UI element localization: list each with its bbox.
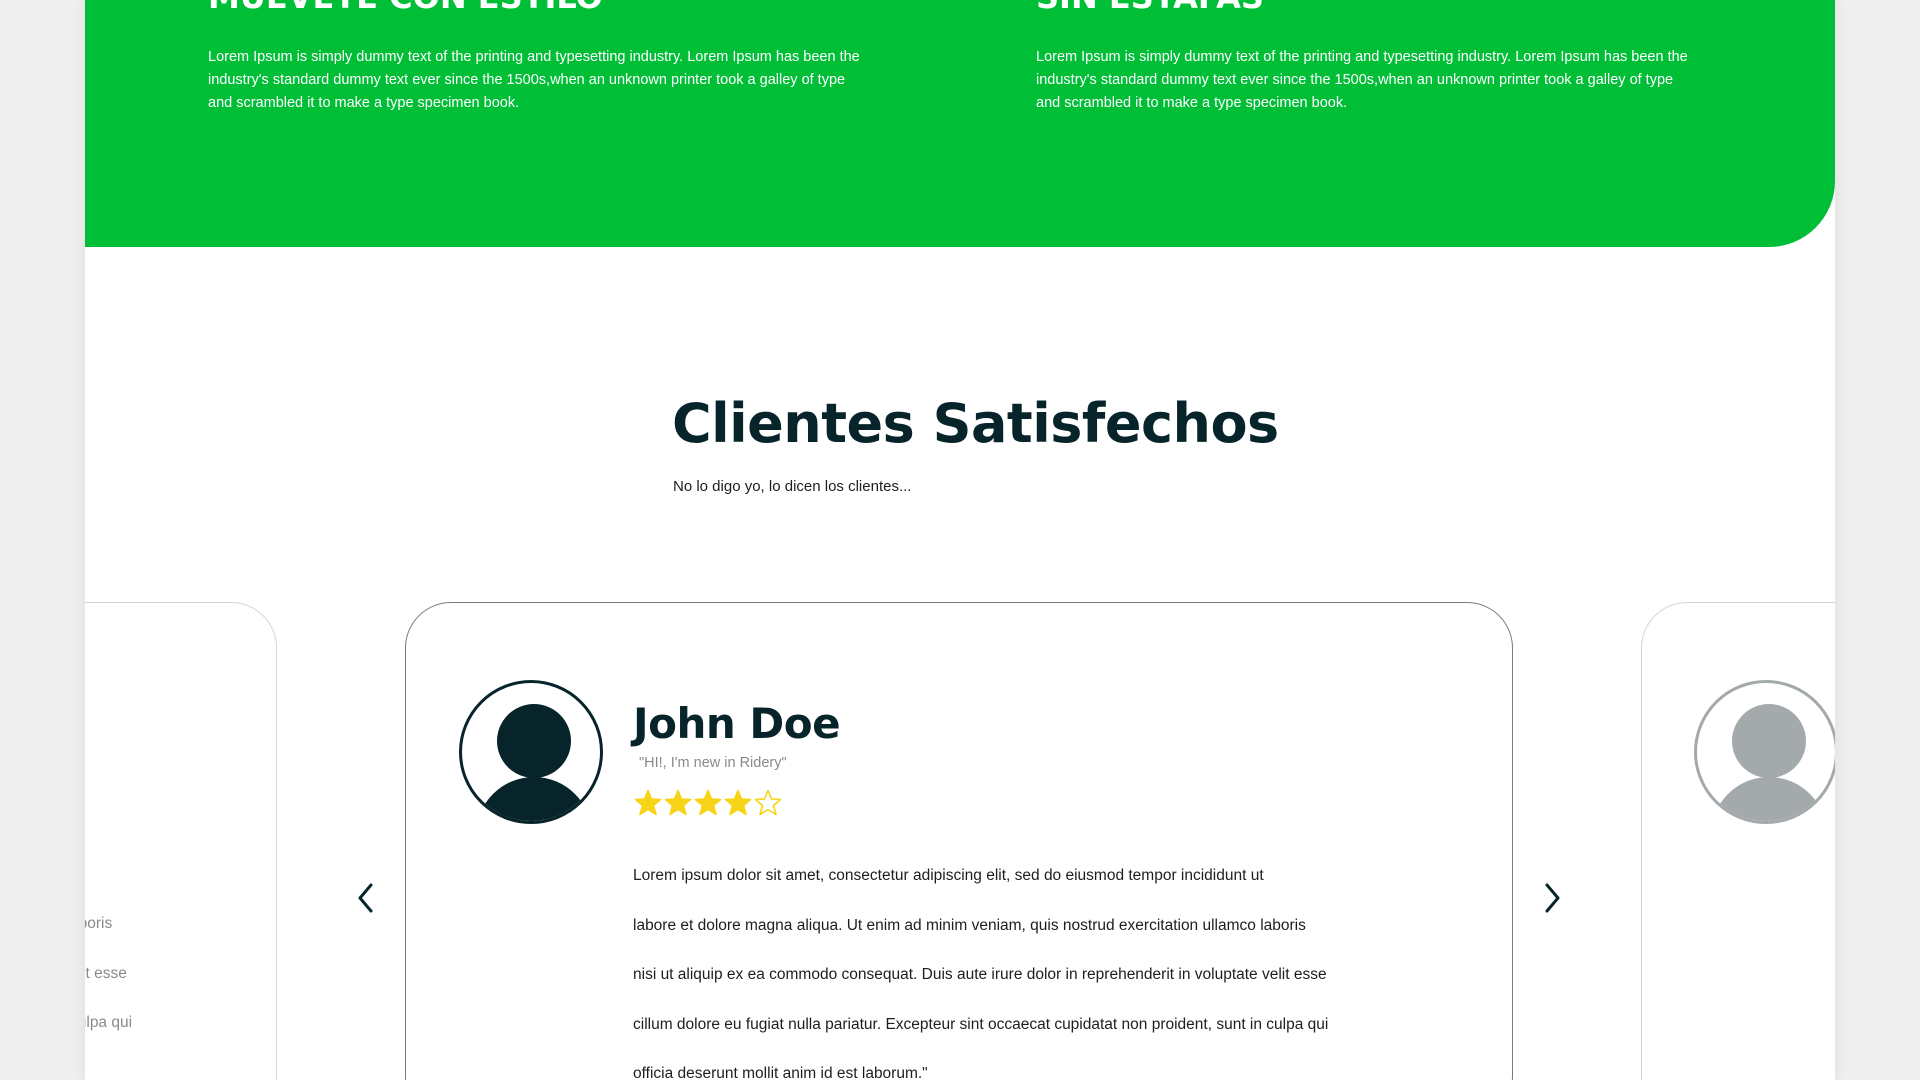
review-line: aboris (85, 915, 113, 932)
review-line: nisi ut aliquip ex ea commodo consequat.… (633, 966, 1327, 983)
feature-description: Lorem Ipsum is simply dummy text of the … (208, 49, 860, 111)
testimonials-title: Clientes Satisfechos (672, 392, 1279, 455)
star-filled-icon (664, 789, 692, 816)
testimonials-subtitle: No lo digo yo, lo dicen los clientes... (673, 478, 912, 495)
feature-title: MUÉVETE CON ESTILO (208, 0, 603, 16)
feature-title: SIN ESTAFAS (1036, 0, 1264, 16)
user-avatar-icon (1694, 680, 1835, 824)
landing-page: MUÉVETE CON ESTILO Lorem Ipsum is simply… (85, 0, 1835, 1080)
testimonial-card-next[interactable] (1641, 602, 1835, 1080)
review-line: Lorem ipsum dolor sit amet, consectetur … (633, 867, 1264, 884)
testimonial-card: John Doe "HI!, I'm new in Ridery" Lorem … (405, 602, 1513, 1080)
star-filled-icon (634, 789, 662, 816)
star-empty-icon (754, 789, 782, 816)
feature-description: Lorem Ipsum is simply dummy text of the … (1036, 49, 1688, 111)
chevron-left-icon (358, 883, 373, 913)
review-line: elit esse (85, 964, 127, 982)
review-line: culpa qui (85, 1014, 133, 1031)
features-banner: MUÉVETE CON ESTILO Lorem Ipsum is simply… (85, 0, 1835, 247)
customer-name: John Doe (633, 699, 841, 748)
customer-tagline: "HI!, I'm new in Ridery" (639, 755, 787, 771)
review-line: officia deserunt mollit anim id est labo… (633, 1065, 928, 1080)
previous-review-text: aboris elit esse culpa qui (85, 899, 218, 1048)
star-rating (634, 789, 782, 817)
star-filled-icon (724, 789, 752, 816)
review-text: Lorem ipsum dolor sit amet, consectetur … (633, 851, 1433, 1080)
review-line: labore et dolore magna aliqua. Ut enim a… (633, 916, 1306, 934)
testimonial-card-previous[interactable]: aboris elit esse culpa qui (85, 602, 277, 1080)
star-filled-icon (694, 789, 722, 816)
carousel-prev-button[interactable] (348, 876, 384, 920)
chevron-right-icon (1545, 883, 1560, 913)
user-avatar-icon (459, 680, 603, 824)
review-line: cillum dolore eu fugiat nulla pariatur. … (633, 1015, 1329, 1033)
carousel-next-button[interactable] (1534, 876, 1570, 920)
